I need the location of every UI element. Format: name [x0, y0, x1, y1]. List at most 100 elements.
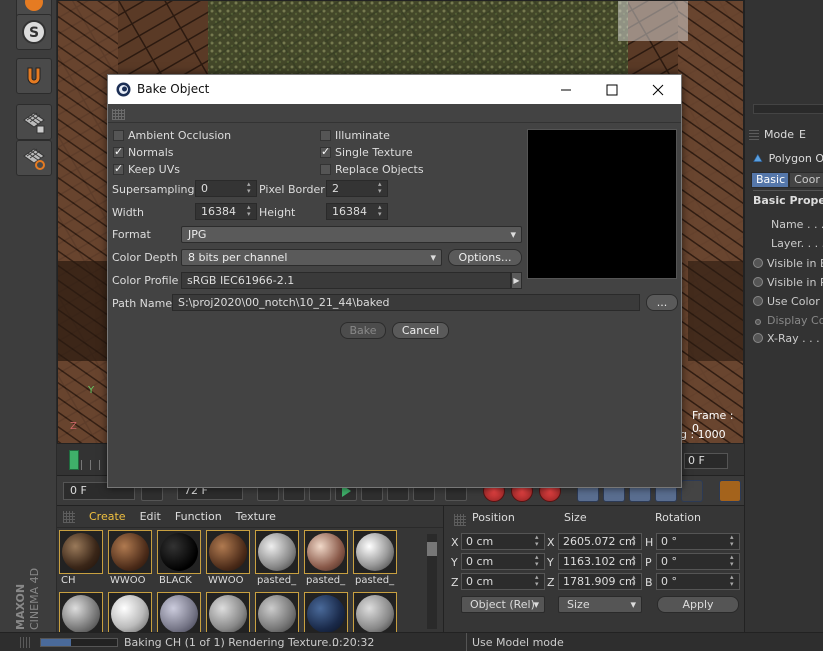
- rotation-b-field[interactable]: 0 °: [656, 573, 740, 590]
- maxon-cinema4d-logo: MAXON CINEMA 4D: [14, 530, 44, 630]
- material-item[interactable]: CH: [59, 530, 103, 588]
- dialog-titlebar[interactable]: Bake Object: [108, 75, 681, 104]
- position-y-field[interactable]: 0 cm: [461, 553, 545, 570]
- timeline-end-frame-field[interactable]: 0 F: [684, 453, 728, 469]
- browse-path-button[interactable]: ...: [646, 294, 678, 311]
- size-x-field[interactable]: 2605.072 cm: [558, 533, 642, 550]
- single-texture-label: Single Texture: [335, 146, 413, 159]
- size-axis-y-label: Y: [547, 556, 554, 569]
- checkbox-box: [113, 145, 124, 158]
- axis-z-label: Z: [70, 421, 77, 432]
- size-axis-x-label: X: [547, 536, 555, 549]
- path-name-field[interactable]: S:\proj2020\00_notch\10_21_44\baked: [172, 294, 640, 311]
- keep-uvs-checkbox[interactable]: Keep UVs: [113, 162, 180, 176]
- format-label: Format: [112, 228, 151, 241]
- options-button[interactable]: Options...: [448, 249, 522, 266]
- material-label: pasted_: [306, 575, 346, 586]
- timeline-playhead[interactable]: [69, 450, 79, 470]
- panel-grip-icon[interactable]: [63, 510, 75, 523]
- record-pla-button[interactable]: [681, 480, 703, 502]
- snap-tool-button[interactable]: S: [16, 14, 52, 50]
- rotation-h-field[interactable]: 0 °: [656, 533, 740, 550]
- position-z-field[interactable]: 0 cm: [461, 573, 545, 590]
- size-header: Size: [564, 511, 587, 524]
- tab-basic[interactable]: Basic: [751, 172, 790, 188]
- material-menu-create[interactable]: Create: [89, 510, 126, 523]
- maximize-button[interactable]: [589, 75, 635, 104]
- material-menu-texture[interactable]: Texture: [236, 510, 276, 523]
- minimize-button[interactable]: [543, 75, 589, 104]
- material-item[interactable]: pasted_: [353, 530, 397, 588]
- prop-visible-renderer-label: Visible in R: [767, 276, 823, 289]
- height-field[interactable]: 16384: [326, 203, 388, 220]
- prop-xray[interactable]: X-Ray . . .: [753, 332, 820, 345]
- material-item[interactable]: pasted_: [304, 530, 348, 588]
- width-label: Width: [112, 206, 144, 219]
- radio-icon: [753, 296, 763, 306]
- attribute-menu-mode[interactable]: Mode: [764, 128, 794, 141]
- prop-visible-editor[interactable]: Visible in E: [753, 257, 823, 270]
- workplane-lock-button[interactable]: [16, 104, 52, 140]
- magnet-icon: [27, 67, 41, 85]
- rotation-p-field[interactable]: 0 °: [656, 553, 740, 570]
- prop-display-color-label: Display Co: [767, 314, 823, 327]
- pixel-border-field[interactable]: 2: [326, 180, 388, 197]
- prop-layer-label: Layer. . . .: [771, 237, 823, 250]
- material-menu-edit[interactable]: Edit: [140, 510, 161, 523]
- prop-use-color[interactable]: Use Color .: [753, 295, 823, 308]
- supersampling-field[interactable]: 0: [195, 180, 257, 197]
- color-depth-label: Color Depth: [112, 251, 178, 264]
- snap-s-icon: S: [22, 20, 46, 44]
- color-depth-dropdown[interactable]: 8 bits per channel: [181, 249, 442, 266]
- bake-button[interactable]: Bake: [340, 322, 386, 339]
- maximize-icon: [606, 84, 618, 95]
- cancel-button[interactable]: Cancel: [392, 322, 449, 339]
- workplane-align-button[interactable]: [16, 140, 52, 176]
- size-mode-dropdown[interactable]: Size: [558, 596, 642, 613]
- scheme-button[interactable]: [719, 480, 741, 502]
- pos-axis-x-label: X: [451, 536, 459, 549]
- replace-objects-checkbox[interactable]: Replace Objects: [320, 163, 424, 176]
- material-label: WWOO: [208, 575, 244, 586]
- magnet-tool-button[interactable]: [16, 58, 52, 94]
- position-x-field[interactable]: 0 cm: [461, 533, 545, 550]
- tab-coord[interactable]: Coor: [789, 172, 823, 188]
- material-item[interactable]: pasted_: [255, 530, 299, 588]
- material-menu-function[interactable]: Function: [175, 510, 222, 523]
- viewport-grid-spacing-label: g : 1000 cm: [680, 428, 726, 443]
- panel-grip-icon[interactable]: [454, 514, 466, 526]
- material-manager: Create Edit Function Texture CH WWOO BLA…: [57, 506, 444, 636]
- prop-display-color[interactable]: Display Co: [753, 314, 823, 327]
- dialog-grip-icon: [112, 109, 125, 120]
- illuminate-checkbox[interactable]: Illuminate: [320, 129, 390, 142]
- panel-grip-icon[interactable]: [749, 128, 759, 140]
- material-menu-bar: Create Edit Function Texture: [57, 506, 443, 528]
- material-label: pasted_: [257, 575, 297, 586]
- width-field[interactable]: 16384: [195, 203, 257, 220]
- material-item[interactable]: WWOO: [108, 530, 152, 588]
- single-texture-checkbox[interactable]: Single Texture: [320, 145, 413, 159]
- size-y-field[interactable]: 1163.102 cm: [558, 553, 642, 570]
- keep-uvs-label: Keep UVs: [128, 163, 180, 176]
- bake-progress-fill: [41, 639, 72, 646]
- object-manager-scrollbar[interactable]: [753, 104, 823, 114]
- svg-text:MAXON: MAXON: [14, 584, 27, 630]
- prop-visible-renderer[interactable]: Visible in R: [753, 276, 823, 289]
- normals-checkbox[interactable]: Normals: [113, 145, 174, 159]
- size-z-field[interactable]: 1781.909 cm: [558, 573, 642, 590]
- checkbox-box: [320, 145, 331, 158]
- attribute-menu-bar: Mode E: [749, 124, 823, 144]
- status-bar: Baking CH (1 of 1) Rendering Texture... …: [0, 632, 823, 651]
- coordinate-mode-dropdown[interactable]: Object (Rel): [461, 596, 545, 613]
- close-button[interactable]: [635, 75, 681, 104]
- apply-button[interactable]: Apply: [657, 596, 739, 613]
- prop-name-label: Name . . . .: [771, 218, 823, 231]
- material-item[interactable]: WWOO: [206, 530, 250, 588]
- format-dropdown[interactable]: JPG: [181, 226, 522, 243]
- attribute-menu-edit[interactable]: E: [799, 128, 806, 141]
- material-scrollbar[interactable]: [427, 534, 437, 629]
- material-item[interactable]: BLACK: [157, 530, 201, 588]
- ambient-occlusion-checkbox[interactable]: Ambient Occlusion: [113, 129, 231, 142]
- color-profile-menu-arrow[interactable]: ▶: [511, 272, 522, 289]
- prop-visible-editor-label: Visible in E: [767, 257, 823, 270]
